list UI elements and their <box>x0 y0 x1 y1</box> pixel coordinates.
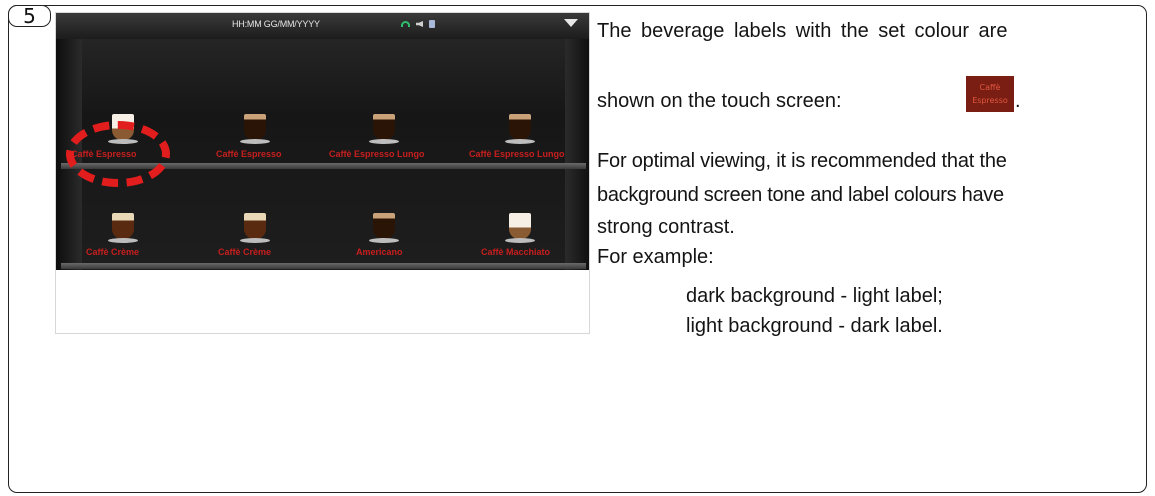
beverage-label[interactable]: Caffè Espresso <box>216 149 282 159</box>
menu-arrow-icon[interactable] <box>564 19 578 27</box>
description-line-2-end: . <box>1015 90 1021 112</box>
beverage-label[interactable]: Caffè Crème <box>86 247 139 257</box>
description-line-1: The beverage labels with the set colour … <box>597 20 1008 42</box>
description-line-2: shown on the touch screen: <box>597 90 842 112</box>
advice-line-1: For optimal viewing, it is recommended t… <box>597 150 1007 172</box>
beverage-label[interactable]: Caffè Crème <box>218 247 271 257</box>
status-bar: HH:MM GG/MM/YYYY <box>56 13 589 39</box>
advice-line-2: background screen tone and label colours… <box>597 184 1004 206</box>
caffe-creme-cup-icon[interactable] <box>240 209 270 243</box>
cup-icon <box>429 20 435 28</box>
beverage-label[interactable]: Americano <box>356 247 403 257</box>
speaker-icon <box>416 21 423 27</box>
right-panel-edge <box>565 39 589 270</box>
example-line-2: light background - dark label. <box>686 315 943 337</box>
macchiato-cup-icon[interactable] <box>505 209 535 243</box>
espresso-lungo-cup-icon[interactable] <box>505 110 535 144</box>
advice-line-3: strong contrast. <box>597 216 735 238</box>
beverage-label[interactable]: Caffè Macchiato <box>481 247 550 257</box>
label-colour-sample: Caffè Espresso <box>966 76 1014 112</box>
caffe-creme-cup-icon[interactable] <box>108 209 138 243</box>
example-heading: For example: <box>597 246 714 268</box>
highlight-ring <box>66 121 170 187</box>
chip-text-2: Espresso <box>972 96 1008 105</box>
touch-screen-screenshot: HH:MM GG/MM/YYYY Caffè Espresso Caffè Es… <box>55 12 590 334</box>
beverage-label[interactable]: Caffè Espresso Lungo <box>329 149 425 159</box>
date-time-status: HH:MM GG/MM/YYYY <box>232 19 320 29</box>
wifi-icon <box>401 21 410 27</box>
chip-text-1: Caffè <box>979 83 1001 92</box>
beverage-label[interactable]: Caffè Espresso Lungo <box>469 149 565 159</box>
shelf <box>61 263 586 269</box>
espresso-cup-icon[interactable] <box>240 110 270 144</box>
americano-cup-icon[interactable] <box>369 209 399 243</box>
machine-display: HH:MM GG/MM/YYYY Caffè Espresso Caffè Es… <box>56 13 589 270</box>
example-line-1: dark background - light label; <box>686 285 943 307</box>
espresso-lungo-cup-icon[interactable] <box>369 110 399 144</box>
step-number-badge: 5 <box>8 5 51 27</box>
